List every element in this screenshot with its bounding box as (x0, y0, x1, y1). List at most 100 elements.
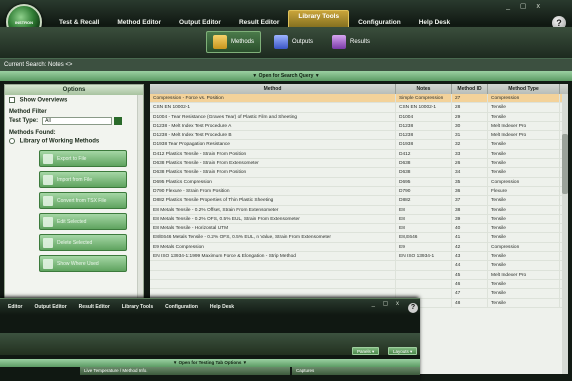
column-method[interactable]: Method (150, 84, 396, 94)
cell-method-id: 31 (452, 131, 488, 140)
layouts-button[interactable]: Layouts ▾ (388, 347, 418, 355)
table-header: Method Notes Method ID Method Type (150, 84, 568, 94)
cell-method: D1238 - Melt Index Test Procedure A (150, 121, 396, 131)
w2-menu-help-desk[interactable]: Help Desk (204, 304, 240, 310)
scroll-thumb[interactable] (562, 134, 568, 194)
cell-method: D695 Plastics Compression (150, 177, 396, 186)
table-row[interactable]: Compression - Force vs. Position Simple C… (150, 94, 568, 104)
table-row[interactable]: E8 Metals Tensile - Horizontal UTM E8 40 Te… (150, 224, 568, 234)
cell-method-id: 34 (452, 168, 488, 177)
table-row[interactable]: CSN EN 10002-1 CSN EN 10002-1 28 Tensile (150, 103, 568, 113)
cell-method: Compression - Force vs. Position (150, 94, 396, 103)
cell-method: D882 Plastics Tensile Properties of Thin… (150, 196, 396, 205)
cell-method-type: Melt Indexer Pro (488, 121, 560, 131)
cell-notes: D638 (396, 159, 452, 168)
tab-results[interactable]: Results (326, 31, 376, 53)
library-subtabs: Methods Outputs Results (0, 27, 572, 59)
cell-method-id: 47 (452, 289, 488, 298)
export-to-file-button[interactable]: Export to File (39, 150, 127, 168)
table-row[interactable]: D882 Plastics Tensile Properties of Thin… (150, 196, 568, 206)
table-row[interactable]: 44 Tensile (150, 261, 568, 271)
table-row[interactable]: 46 Tensile (150, 279, 568, 290)
table-row[interactable]: D638 Plastics Tensile - Strain From Posi… (150, 168, 568, 178)
table-row[interactable]: E8 Metals Tensile - 0.2% OFS, 0.5% EUL, … (150, 214, 568, 225)
table-row[interactable]: E9 Metals Compression E9 42 Compression (150, 242, 568, 253)
results-icon (332, 35, 346, 49)
edit-icon (43, 216, 53, 227)
cell-notes: EN ISO 13934-1 (396, 252, 452, 261)
w2-menu-output-editor[interactable]: Output Editor (28, 304, 72, 310)
cell-method-type: Tensile (488, 224, 560, 233)
cell-method-type: Tensile (488, 149, 560, 159)
show-overviews-row[interactable]: Show Overviews (5, 95, 143, 106)
table-row[interactable]: D1004 - Tear Resistance (Graves Tear) of… (150, 112, 568, 122)
cell-notes (396, 270, 452, 279)
cell-method-type: Tensile (488, 159, 560, 168)
options-scrollbar[interactable] (137, 95, 143, 305)
cell-notes: E8 (396, 205, 452, 214)
table-row[interactable]: D695 Plastics Compression D695 35 Compressi… (150, 177, 568, 187)
table-row[interactable]: D1938 Tear Propagation Resistance D1938 32… (150, 140, 568, 150)
w2-menu-result-editor[interactable]: Result Editor (73, 304, 116, 310)
cell-method-type: Tensile (488, 140, 560, 149)
cell-method-type: Tensile (488, 279, 560, 289)
table-row[interactable]: E8/E646 Metals Tensile - 0.2% OFS, 0.5% … (150, 233, 568, 243)
cell-method-id: 42 (452, 242, 488, 252)
import-icon (43, 174, 53, 185)
library-radio[interactable] (9, 137, 15, 144)
cell-notes: D1004 (396, 112, 452, 121)
cell-method-type: Tensile (488, 298, 560, 307)
edit-selected-button[interactable]: Edit Selected (39, 213, 127, 231)
window-controls[interactable]: _ ▢ x (506, 2, 544, 10)
test-type-label: Test Type: (9, 117, 39, 124)
panels-button[interactable]: Panels ▾ (352, 347, 380, 355)
method-filter-title: Method Filter (9, 108, 47, 115)
column-method-id[interactable]: Method ID (452, 84, 488, 94)
table-row[interactable]: D638 Plastics Tensile - Strain From Exte… (150, 159, 568, 169)
cell-notes: D1938 (396, 140, 452, 149)
cell-method (150, 261, 396, 270)
cell-method-type: Melt Indexer Pro (488, 131, 560, 140)
import-from-file-button[interactable]: Import from File (39, 171, 127, 189)
cell-method: D1238 - Melt Index Test Procedure B (150, 131, 396, 140)
library-working-methods[interactable]: Library of Working Methods (5, 136, 143, 147)
convert-tsx-button[interactable]: Convert from TSX File (39, 192, 127, 210)
column-method-type[interactable]: Method Type (488, 84, 560, 94)
current-search: Current Search: Notes <> (0, 59, 572, 71)
window2-help-icon[interactable]: ? (408, 303, 418, 313)
cell-method-id: 28 (452, 103, 488, 112)
cell-method-type: Compression (488, 177, 560, 186)
testing-options-toggle[interactable]: ▼ Open for Testing Tab Options ▼ (0, 359, 420, 367)
cell-method-id: 37 (452, 196, 488, 205)
w2-menu-configuration[interactable]: Configuration (159, 304, 204, 310)
cell-method: D638 Plastics Tensile - Strain From Posi… (150, 168, 396, 177)
table-row[interactable]: D1238 - Melt Index Test Procedure B D1238… (150, 131, 568, 141)
tab-outputs[interactable]: Outputs (268, 31, 319, 53)
cell-method-id: 35 (452, 177, 488, 186)
table-row[interactable]: EN ISO 13934-1:1999 Maximum Force & Elon… (150, 252, 568, 262)
cell-method-id: 41 (452, 233, 488, 242)
w2-menu-method-editor[interactable]: Editor (2, 304, 28, 310)
chevron-down-icon[interactable] (114, 116, 123, 125)
table-row[interactable]: 45 Melt Indexer Pro (150, 270, 568, 280)
table-row[interactable]: D790 Flexure - Strain From Position D790 3… (150, 186, 568, 197)
window2-controls[interactable]: _ ▢ x (372, 300, 402, 307)
test-type-select[interactable]: All (42, 116, 113, 125)
cell-method: E9 Metals Compression (150, 242, 396, 252)
tab-methods[interactable]: Methods (206, 31, 262, 53)
show-overviews-checkbox[interactable] (9, 97, 15, 103)
cell-method: D412 Plastics Tensile - Strain From Posi… (150, 149, 396, 159)
search-query-toggle[interactable]: ▼ Open for Search Query ▼ (0, 71, 572, 81)
cell-notes (396, 279, 452, 289)
show-where-used-button[interactable]: Show Where Used (39, 255, 127, 273)
table-scrollbar[interactable] (562, 94, 568, 374)
w2-menu-library-tools[interactable]: Library Tools (116, 304, 159, 310)
column-notes[interactable]: Notes (396, 84, 452, 94)
cell-notes: D882 (396, 196, 452, 205)
table-row[interactable]: D1238 - Melt Index Test Procedure A D1238… (150, 121, 568, 132)
window2-menu: Editor Output Editor Result Editor Libra… (0, 299, 420, 315)
table-row[interactable]: D412 Plastics Tensile - Strain From Posi… (150, 149, 568, 160)
delete-selected-button[interactable]: Delete Selected (39, 234, 127, 252)
table-row[interactable]: E8 Metals Tensile - 0.2% Offset, Strain … (150, 205, 568, 215)
cell-notes: Simple Compression (396, 94, 452, 103)
